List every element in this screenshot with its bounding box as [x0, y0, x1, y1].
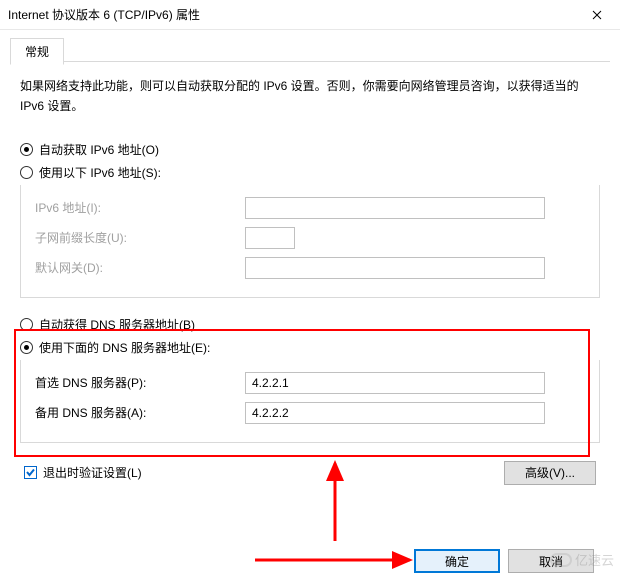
radio-icon	[20, 341, 33, 354]
radio-icon	[20, 166, 33, 179]
prefix-input	[245, 227, 295, 249]
row-ip-address: IPv6 地址(I):	[35, 197, 585, 219]
advanced-button[interactable]: 高级(V)...	[504, 461, 596, 485]
ip-input	[245, 197, 545, 219]
radio-label: 使用以下 IPv6 地址(S):	[39, 164, 161, 181]
row-alternate-dns: 备用 DNS 服务器(A):	[35, 402, 585, 424]
radio-icon	[20, 318, 33, 331]
ok-button[interactable]: 确定	[414, 549, 500, 573]
gateway-label: 默认网关(D):	[35, 259, 245, 276]
row-preferred-dns: 首选 DNS 服务器(P):	[35, 372, 585, 394]
alternate-dns-input[interactable]	[245, 402, 545, 424]
preferred-dns-input[interactable]	[245, 372, 545, 394]
bottom-row: 退出时验证设置(L) 高级(V)...	[24, 461, 596, 485]
address-group: IPv6 地址(I): 子网前缀长度(U): 默认网关(D):	[20, 185, 600, 298]
window-title: Internet 协议版本 6 (TCP/IPv6) 属性	[8, 6, 582, 23]
validate-label: 退出时验证设置(L)	[43, 464, 142, 481]
radio-label: 使用下面的 DNS 服务器地址(E):	[39, 339, 210, 356]
button-bar: 确定 取消	[0, 549, 620, 573]
tab-content: 如果网络支持此功能，则可以自动获取分配的 IPv6 设置。否则，你需要向网络管理…	[0, 62, 620, 495]
watermark: 亿速云	[550, 550, 614, 569]
row-prefix: 子网前缀长度(U):	[35, 227, 585, 249]
close-icon	[592, 10, 602, 20]
dns-group: 首选 DNS 服务器(P): 备用 DNS 服务器(A):	[20, 360, 600, 443]
radio-auto-dns[interactable]: 自动获得 DNS 服务器地址(B)	[20, 316, 600, 333]
tab-general[interactable]: 常规	[10, 38, 64, 65]
gateway-input	[245, 257, 545, 279]
check-icon	[25, 467, 36, 478]
ip-label: IPv6 地址(I):	[35, 199, 245, 216]
titlebar: Internet 协议版本 6 (TCP/IPv6) 属性	[0, 0, 620, 30]
alternate-dns-label: 备用 DNS 服务器(A):	[35, 404, 245, 421]
radio-label: 自动获得 DNS 服务器地址(B)	[39, 316, 195, 333]
radio-manual-address[interactable]: 使用以下 IPv6 地址(S):	[20, 164, 600, 181]
close-button[interactable]	[582, 0, 612, 30]
radio-icon	[20, 143, 33, 156]
radio-label: 自动获取 IPv6 地址(O)	[39, 141, 159, 158]
row-gateway: 默认网关(D):	[35, 257, 585, 279]
prefix-label: 子网前缀长度(U):	[35, 229, 245, 246]
instruction-text: 如果网络支持此功能，则可以自动获取分配的 IPv6 设置。否则，你需要向网络管理…	[20, 76, 600, 117]
radio-auto-address[interactable]: 自动获取 IPv6 地址(O)	[20, 141, 600, 158]
radio-manual-dns[interactable]: 使用下面的 DNS 服务器地址(E):	[20, 339, 600, 356]
cloud-icon	[550, 553, 572, 567]
validate-checkbox[interactable]	[24, 466, 37, 479]
tab-bar: 常规	[10, 38, 610, 62]
preferred-dns-label: 首选 DNS 服务器(P):	[35, 374, 245, 391]
watermark-text: 亿速云	[575, 550, 614, 569]
